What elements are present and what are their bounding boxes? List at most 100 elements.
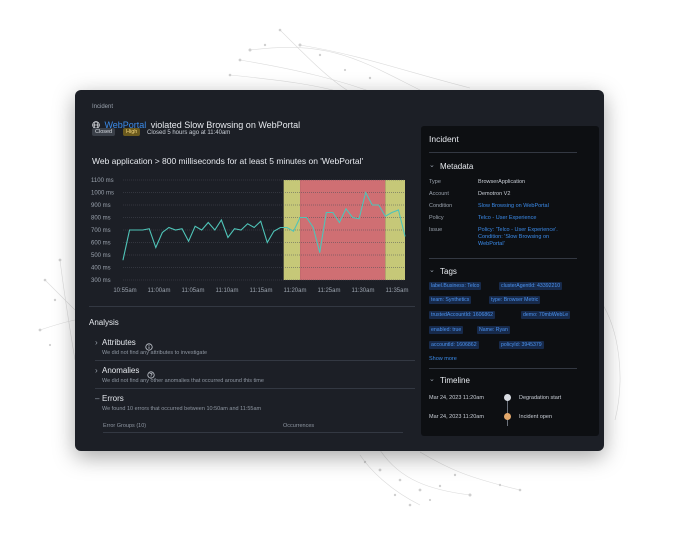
data-point [175, 229, 176, 231]
status-badge: Closed [92, 128, 116, 136]
chevron-down-icon: ⌄ [429, 376, 435, 383]
tag-chip[interactable]: demo: 70mbWebLe [521, 311, 571, 319]
data-point [345, 208, 347, 210]
tag-chip[interactable]: enabled: true [429, 326, 464, 334]
y-tick-label: 300 ms [91, 278, 111, 284]
incident-label: Incident [92, 104, 114, 110]
data-point [247, 223, 249, 225]
tag-chip[interactable]: Name: Ryan [477, 326, 510, 334]
y-tick-label: 600 ms [91, 241, 111, 247]
data-point [378, 204, 380, 206]
metadata-value[interactable]: Policy: 'Telco - User Experience'. Condi… [478, 227, 573, 248]
chevron-down-icon: – [95, 394, 100, 403]
anomalies-subtitle: We did not find any other anomalies that… [102, 378, 264, 384]
divider [429, 258, 577, 259]
data-point [207, 222, 209, 223]
alert-band [300, 180, 386, 280]
data-point [273, 230, 275, 232]
chevron-down-icon: ⌄ [429, 162, 435, 169]
data-point [194, 225, 196, 227]
tag-chip[interactable]: type: Browser Metric [489, 296, 541, 304]
tag-chip[interactable]: label.Business: Telco [429, 282, 482, 290]
divider [103, 432, 403, 433]
attributes-title: Attributes [102, 338, 136, 347]
y-tick-label: 900 ms [91, 203, 111, 209]
data-point [398, 209, 399, 211]
data-point [201, 229, 203, 231]
x-tick-label: 10:55am [113, 288, 136, 294]
data-point [365, 192, 367, 193]
data-point [227, 237, 229, 238]
data-point [129, 229, 130, 231]
data-point [214, 229, 216, 231]
timeline-event-label[interactable]: Incident open [519, 414, 552, 420]
timeline-title: Timeline [440, 376, 470, 385]
x-tick-label: 11:30am [352, 288, 375, 294]
tag-chip[interactable]: team: Synthetics [429, 296, 472, 304]
metadata-value: Demotron V2 [478, 191, 511, 197]
metadata-label: Type [429, 179, 441, 185]
x-tick-label: 11:05am [182, 288, 205, 294]
data-point [220, 219, 222, 221]
y-tick-label: 400 ms [91, 266, 111, 272]
data-point [181, 228, 183, 230]
data-point [319, 252, 321, 253]
violation-text: violated Slow Browsing on WebPortal [150, 120, 301, 130]
tag-chip[interactable]: clusterAgentId: 43392210 [499, 282, 563, 290]
error-groups-column-header[interactable]: Error Groups (10) [103, 423, 146, 429]
data-point [391, 212, 393, 213]
data-point [168, 227, 170, 228]
metadata-label: Issue [429, 227, 443, 233]
data-point [266, 242, 268, 243]
metadata-label: Condition [429, 203, 453, 209]
attributes-subtitle: We did not find any attributes to invest… [102, 350, 208, 356]
data-point [188, 240, 189, 242]
tag-chip[interactable]: accountId: 1606862 [429, 341, 479, 349]
data-point [279, 227, 281, 228]
x-tick-label: 11:20am [284, 288, 307, 294]
metadata-label: Account [429, 191, 449, 197]
anomalies-title: Anomalies [102, 366, 140, 375]
data-point [306, 217, 308, 218]
timeline-event-label[interactable]: Degradation start [519, 395, 561, 401]
data-point [135, 229, 137, 231]
y-tick-label: 1000 ms [91, 191, 114, 197]
data-point [260, 220, 262, 222]
metadata-value: BrowserApplication [478, 179, 526, 185]
y-tick-label: 1100 ms [91, 178, 114, 184]
timeline-date: Mar 24, 2023 11:20am [429, 395, 484, 401]
data-point [286, 227, 288, 228]
side-panel-title: Incident [429, 134, 459, 144]
chart-title: Web application > 800 milliseconds for a… [92, 156, 364, 166]
response-time-chart: 1100 ms 1000 ms 900 ms 800 ms 700 ms 600 ms 50… [91, 178, 408, 294]
metadata-title: Metadata [440, 162, 474, 171]
x-tick-label: 11:00am [148, 288, 171, 294]
occurrences-column-header[interactable]: Occurrences [283, 423, 314, 429]
data-point [404, 235, 406, 237]
data-point [384, 215, 386, 217]
data-point [293, 230, 294, 232]
data-point [358, 218, 360, 220]
divider [89, 306, 415, 307]
data-point [339, 222, 340, 223]
incident-side-panel: Incident ⌄ Metadata Type BrowserApplicati… [421, 126, 599, 436]
tag-chip[interactable]: trustedAccountId: 1606862 [429, 311, 496, 319]
data-point [332, 212, 334, 213]
data-point [352, 217, 353, 218]
tag-chip[interactable]: policyId: 3945379 [499, 341, 544, 349]
timeline-dot [504, 413, 511, 420]
data-point [155, 247, 157, 248]
closed-text: Closed 5 hours ago at 11:40am [147, 130, 231, 136]
x-tick-label: 11:15am [250, 288, 273, 294]
data-point [299, 217, 301, 218]
y-tick-label: 700 ms [91, 228, 111, 234]
chevron-right-icon: › [95, 338, 98, 347]
show-more-link[interactable]: Show more [429, 356, 457, 362]
metadata-value[interactable]: Telco - User Experience [478, 215, 573, 222]
priority-badge: High [123, 128, 141, 136]
incident-panel: Incident WebPortal violated Slow Browsin… [75, 90, 604, 451]
metadata-value[interactable]: Slow Browsing on WebPortal [478, 203, 573, 210]
data-point [325, 212, 327, 213]
chevron-down-icon: ⌄ [429, 267, 435, 274]
errors-title: Errors [102, 394, 124, 403]
